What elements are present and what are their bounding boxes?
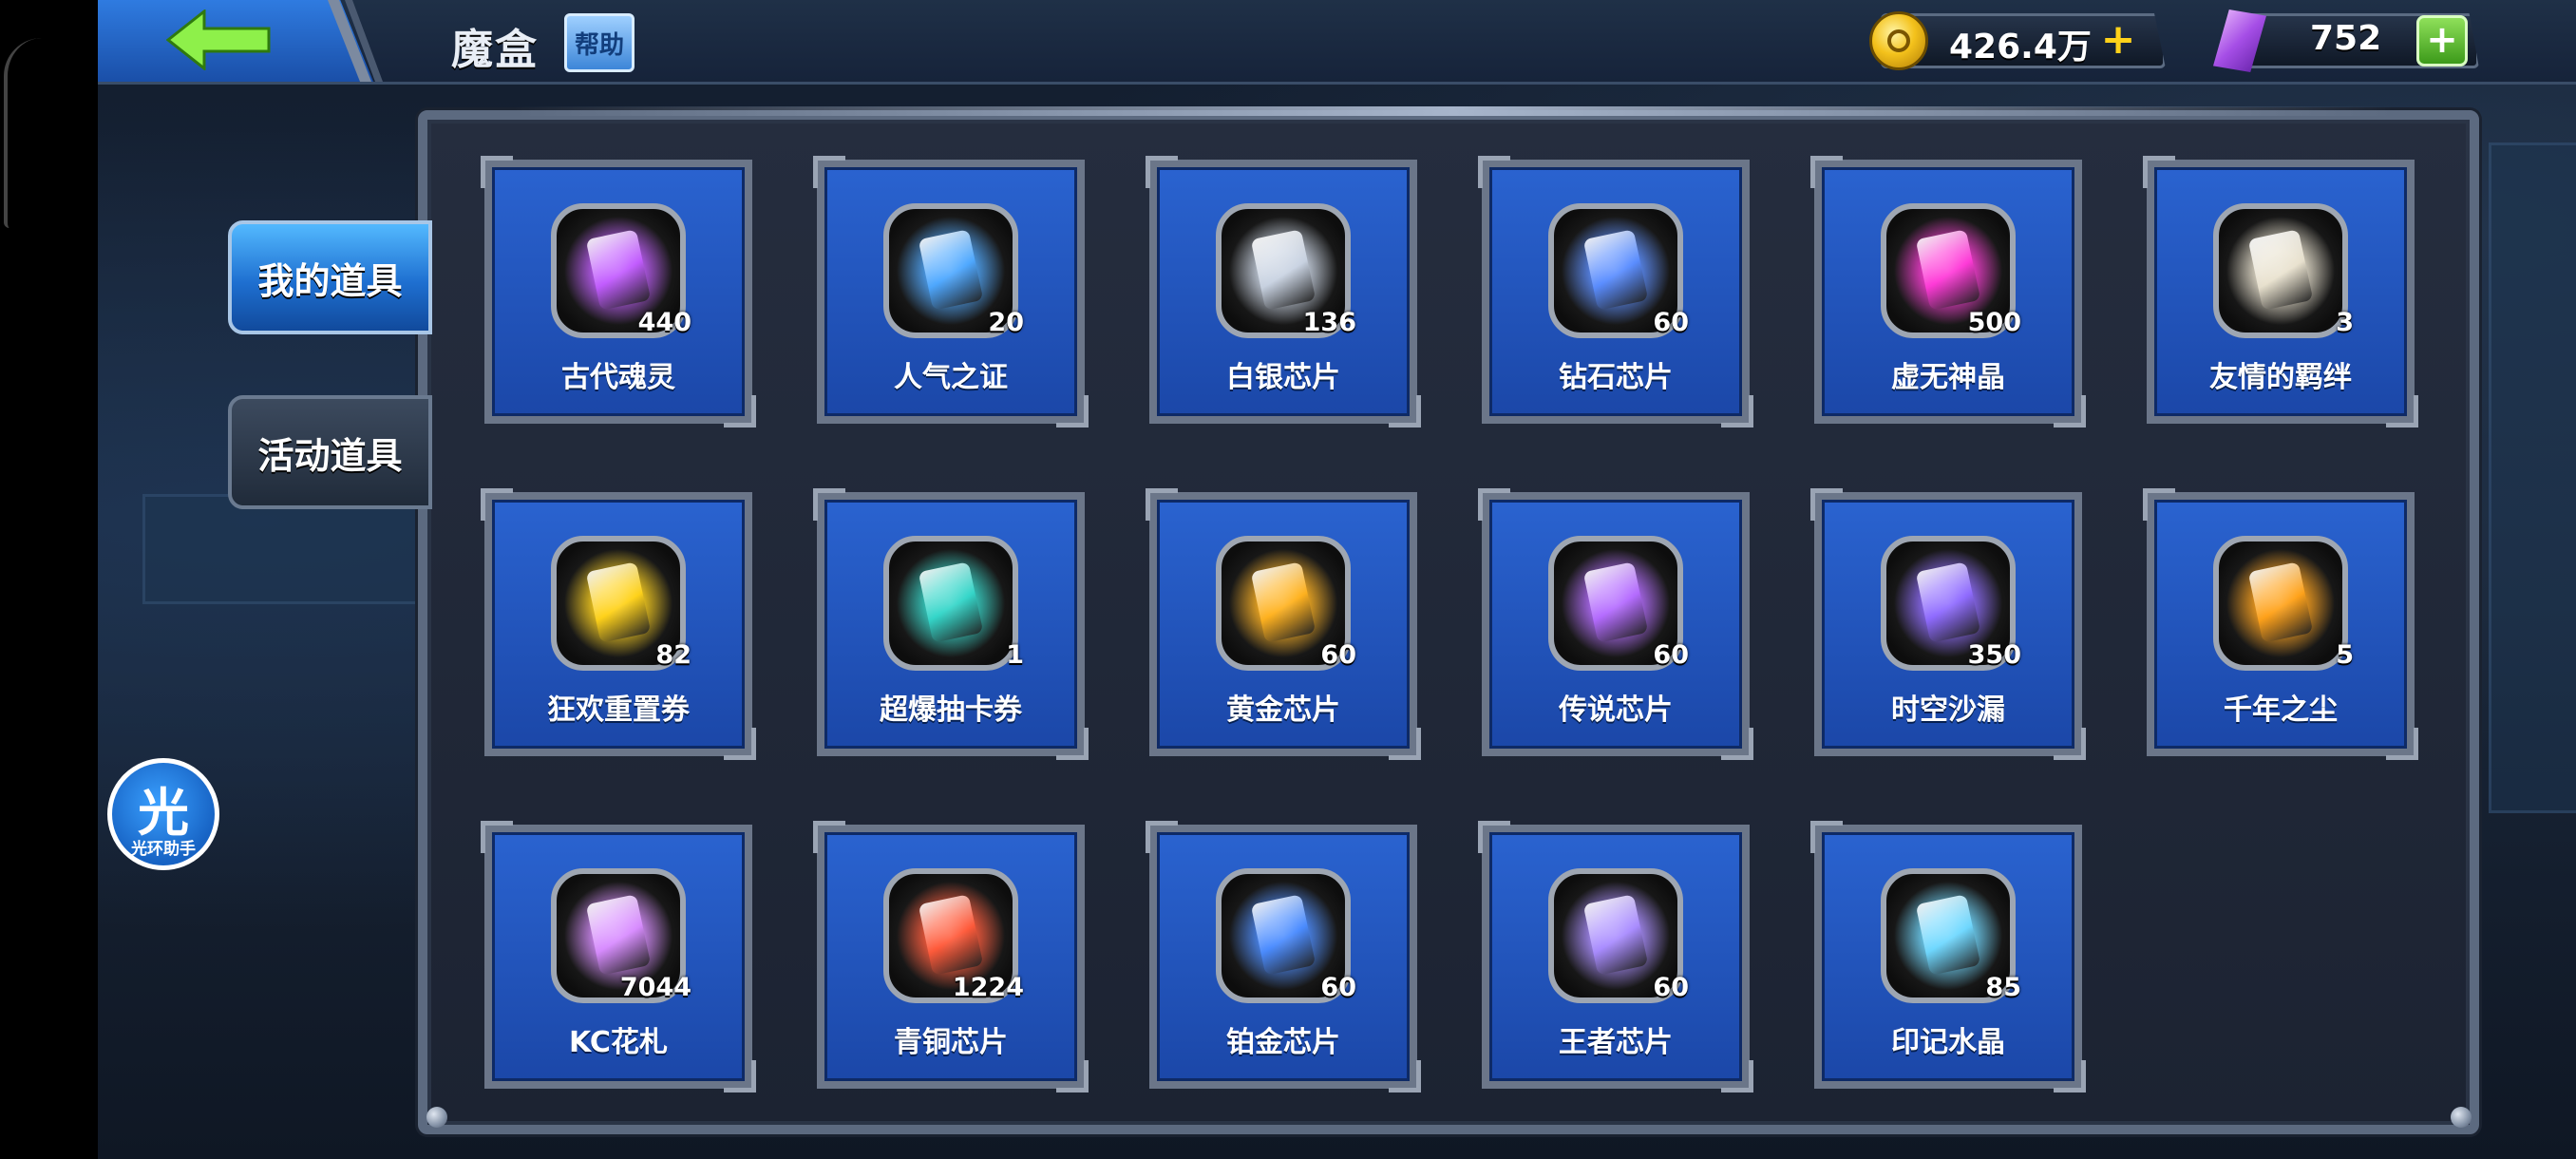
device-curve bbox=[4, 38, 46, 228]
inventory-item[interactable]: 136 白银芯片 bbox=[1146, 156, 1421, 428]
tab-my-items[interactable]: 我的道具 bbox=[228, 220, 432, 334]
inventory-item[interactable]: 350 时空沙漏 bbox=[1810, 488, 2086, 760]
inventory-item[interactable]: 82 狂欢重置券 bbox=[481, 488, 756, 760]
item-count: 60 bbox=[1653, 973, 1689, 1002]
inventory-item[interactable]: 3 友情的羁绊 bbox=[2143, 156, 2418, 428]
item-name: 古代魂灵 bbox=[561, 361, 675, 394]
item-name: 印记水晶 bbox=[1891, 1026, 2005, 1059]
item-count: 350 bbox=[1967, 640, 2021, 670]
letterbox bbox=[0, 0, 98, 1159]
item-name: 钻石芯片 bbox=[1559, 361, 1673, 394]
item-count: 82 bbox=[655, 640, 691, 670]
help-label: 帮助 bbox=[574, 30, 624, 60]
item-count: 440 bbox=[637, 308, 691, 337]
inventory-item[interactable]: 60 传说芯片 bbox=[1478, 488, 1753, 760]
item-count: 60 bbox=[1320, 973, 1356, 1002]
item-count: 1 bbox=[1006, 640, 1024, 670]
item-icon-frame bbox=[883, 536, 1018, 671]
item-name: 白银芯片 bbox=[1226, 361, 1340, 394]
millennium-dust-icon bbox=[2219, 542, 2342, 665]
super-draw-ticket-icon bbox=[889, 542, 1013, 665]
item-count: 60 bbox=[1653, 308, 1689, 337]
item-name: 虚无神晶 bbox=[1891, 361, 2005, 394]
item-name: 时空沙漏 bbox=[1891, 694, 2005, 727]
page-title: 魔盒 bbox=[451, 26, 539, 74]
inventory-item[interactable]: 440 古代魂灵 bbox=[481, 156, 756, 428]
header-divider-icon bbox=[328, 0, 383, 82]
gem-amount: 752 bbox=[2310, 19, 2382, 58]
item-name: 狂欢重置券 bbox=[547, 694, 690, 727]
item-count: 60 bbox=[1320, 640, 1356, 670]
item-name: 铂金芯片 bbox=[1226, 1026, 1340, 1059]
item-icon-frame bbox=[2213, 536, 2348, 671]
inventory-item[interactable]: 1224 青铜芯片 bbox=[813, 821, 1089, 1092]
item-count: 85 bbox=[1985, 973, 2021, 1002]
friendship-bond-icon bbox=[2219, 209, 2342, 332]
inventory-item[interactable]: 60 王者芯片 bbox=[1478, 821, 1753, 1092]
item-count: 7044 bbox=[619, 973, 691, 1002]
item-count: 500 bbox=[1967, 308, 2021, 337]
panel-edge-highlight bbox=[513, 106, 2394, 116]
item-count: 136 bbox=[1302, 308, 1356, 337]
inventory-item[interactable]: 5 千年之尘 bbox=[2143, 488, 2418, 760]
item-count: 3 bbox=[2336, 308, 2354, 337]
panel-bolt bbox=[426, 1107, 447, 1128]
assistant-label: 光环助手 bbox=[131, 840, 196, 859]
item-count: 1224 bbox=[952, 973, 1024, 1002]
item-name: 超爆抽卡券 bbox=[880, 694, 1022, 727]
inventory-item[interactable]: 1 超爆抽卡券 bbox=[813, 488, 1089, 760]
item-name: KC花札 bbox=[569, 1026, 668, 1059]
inventory-item[interactable]: 7044 KC花札 bbox=[481, 821, 756, 1092]
inventory-item[interactable]: 500 虚无神晶 bbox=[1810, 156, 2086, 428]
item-count: 20 bbox=[988, 308, 1024, 337]
inventory-item[interactable]: 60 黄金芯片 bbox=[1146, 488, 1421, 760]
inventory-item[interactable]: 85 印记水晶 bbox=[1810, 821, 2086, 1092]
tab-event-items[interactable]: 活动道具 bbox=[228, 395, 432, 509]
tab-label: 活动道具 bbox=[257, 434, 403, 477]
item-name: 千年之尘 bbox=[2224, 694, 2338, 727]
background-wall bbox=[2489, 142, 2576, 813]
item-name: 王者芯片 bbox=[1559, 1026, 1673, 1059]
inventory-item[interactable]: 60 钻石芯片 bbox=[1478, 156, 1753, 428]
item-count: 60 bbox=[1653, 640, 1689, 670]
gold-amount: 426.4万 bbox=[1949, 28, 2092, 66]
inventory-item[interactable]: 20 人气之证 bbox=[813, 156, 1089, 428]
tab-label: 我的道具 bbox=[257, 259, 403, 302]
item-name: 传说芯片 bbox=[1559, 694, 1673, 727]
item-name: 人气之证 bbox=[894, 361, 1008, 394]
item-name: 友情的羁绊 bbox=[2209, 361, 2352, 394]
add-gold-button[interactable]: + bbox=[2099, 19, 2137, 61]
add-gem-button[interactable]: + bbox=[2416, 15, 2468, 66]
item-count: 5 bbox=[2336, 640, 2354, 670]
inventory-item[interactable]: 60 铂金芯片 bbox=[1146, 821, 1421, 1092]
assistant-button[interactable]: 光 光环助手 bbox=[107, 758, 219, 870]
back-arrow-icon[interactable] bbox=[166, 10, 271, 70]
item-icon-frame bbox=[2213, 203, 2348, 338]
background-console bbox=[142, 494, 452, 604]
item-name: 黄金芯片 bbox=[1226, 694, 1340, 727]
item-name: 青铜芯片 bbox=[894, 1026, 1008, 1059]
gold-coin-icon bbox=[1869, 11, 1928, 70]
help-button[interactable]: 帮助 bbox=[564, 13, 635, 72]
panel-bolt bbox=[2451, 1107, 2472, 1128]
game-screen: 魔盒 帮助 426.4万 + 752 + 我的道具 活动道具 440 古代魂灵 20… bbox=[0, 0, 2576, 1159]
